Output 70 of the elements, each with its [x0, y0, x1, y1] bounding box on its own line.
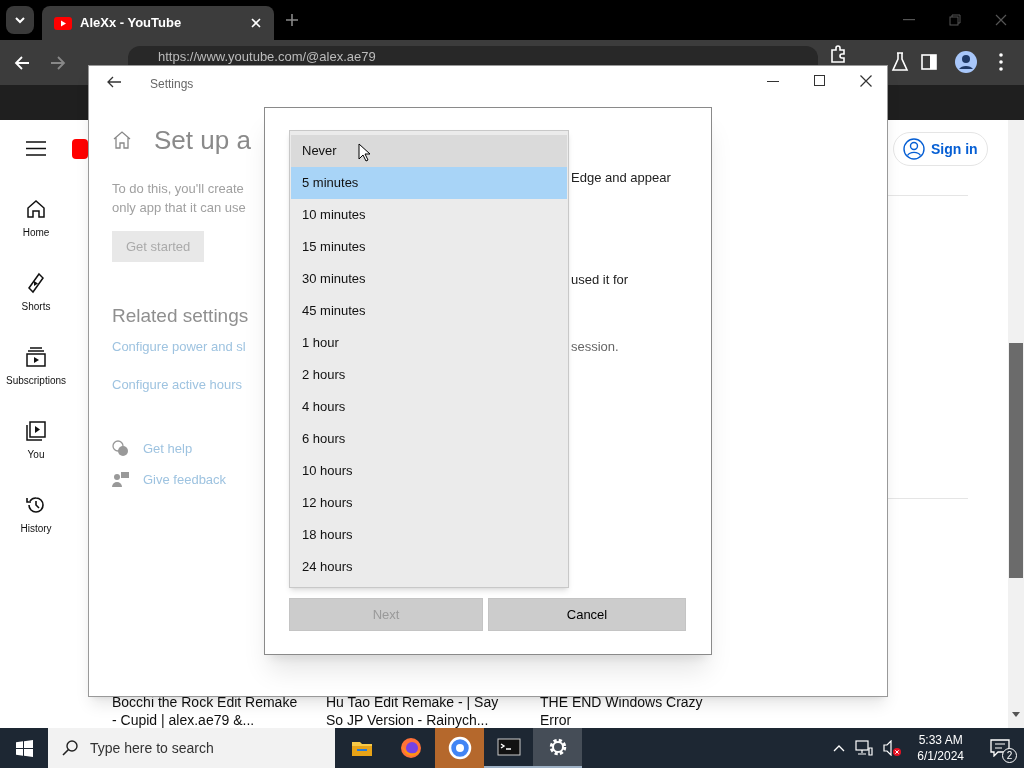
- dropdown-option[interactable]: Never: [291, 135, 567, 167]
- you-icon: [25, 420, 47, 442]
- clock-date: 6/1/2024: [917, 748, 964, 764]
- sidebar-label: Subscriptions: [6, 374, 66, 388]
- dropdown-option[interactable]: 5 minutes: [291, 167, 567, 199]
- new-tab-icon[interactable]: [285, 13, 299, 27]
- windows-logo-icon: [15, 739, 33, 757]
- history-icon: [25, 494, 47, 516]
- youtube-icon: [54, 16, 72, 30]
- chevron-up-icon[interactable]: [833, 744, 846, 752]
- browser-tab[interactable]: AleXx - YouTube: [42, 6, 274, 40]
- chat-bubble-icon: [990, 739, 1010, 757]
- sidebar-label: Home: [22, 226, 50, 240]
- fox-globe-icon: [398, 736, 423, 760]
- scrollbar[interactable]: [1008, 120, 1024, 728]
- dialog-text: session.: [571, 338, 619, 356]
- sidebar-item[interactable]: History: [0, 488, 72, 562]
- sidebar-item[interactable]: Subscriptions: [0, 340, 72, 414]
- sidebar-label: History: [20, 522, 52, 536]
- scroll-down-icon[interactable]: [1012, 712, 1020, 717]
- close-icon[interactable]: [860, 75, 872, 87]
- mouse-cursor-icon: [358, 143, 370, 162]
- url-text: https://www.youtube.com/@alex.ae79: [158, 50, 376, 64]
- taskbar-app[interactable]: [435, 728, 484, 768]
- chrome-icon: [447, 736, 472, 760]
- menu-icon[interactable]: [26, 141, 46, 156]
- profile-icon[interactable]: [955, 51, 977, 73]
- scrollbar-thumb[interactable]: [1009, 343, 1023, 578]
- sidebar-label: Shorts: [21, 300, 51, 314]
- tab-title: AleXx - YouTube: [80, 14, 183, 33]
- clock[interactable]: 5:33 AM 6/1/2024: [911, 732, 970, 764]
- chat-help-icon: [112, 439, 129, 457]
- dialog-button[interactable]: Cancel: [488, 598, 686, 631]
- feedback-icon: [112, 471, 129, 489]
- home-icon: [25, 198, 47, 220]
- sidebar-label: You: [27, 448, 45, 462]
- side-panel-icon[interactable]: [921, 54, 937, 70]
- sidebar-item[interactable]: Home: [0, 192, 72, 266]
- dialog-text: Edge and appear: [571, 169, 671, 187]
- subscriptions-icon: [25, 346, 47, 368]
- sidebar-item[interactable]: You: [0, 414, 72, 488]
- home-icon[interactable]: [112, 130, 132, 150]
- account-icon: [903, 138, 925, 160]
- window-title: Settings: [150, 76, 194, 93]
- search-icon: [62, 740, 78, 756]
- shorts-icon: [25, 272, 47, 294]
- address-bar[interactable]: https://www.youtube.com/@alex.ae79: [128, 46, 818, 65]
- menu-icon[interactable]: [999, 53, 1003, 71]
- back-icon[interactable]: [107, 76, 121, 88]
- terminal-icon: [496, 735, 521, 759]
- sidebar-item[interactable]: Shorts: [0, 266, 72, 340]
- search-placeholder: Type here to search: [90, 738, 214, 758]
- puzzle-icon[interactable]: [828, 44, 848, 64]
- network-icon[interactable]: [855, 740, 874, 756]
- minimize-icon[interactable]: [767, 81, 779, 83]
- video-title[interactable]: Bocchi the Rock Edit Remake - Cupid | alex.ae79 &...: [112, 693, 302, 729]
- forward-icon[interactable]: [50, 55, 66, 71]
- notification-count: 2: [1002, 748, 1017, 763]
- search-field[interactable]: Type here to search: [48, 728, 335, 768]
- page-heading: Set up a: [154, 124, 251, 156]
- description-text: To do this, you'll create only app that it can use: [112, 180, 246, 217]
- video-title[interactable]: THE END Windows Crazy Error: [540, 693, 730, 729]
- notifications-button[interactable]: 2: [980, 728, 1020, 768]
- dialog-text: used it for: [571, 271, 629, 289]
- speaker-muted-icon[interactable]: [883, 740, 902, 756]
- clock-time: 5:33 AM: [918, 732, 963, 748]
- maximize-icon[interactable]: [814, 75, 825, 86]
- flask-icon[interactable]: [891, 52, 909, 72]
- section-heading: Related settings: [112, 304, 249, 328]
- tab-search-button[interactable]: [6, 6, 34, 34]
